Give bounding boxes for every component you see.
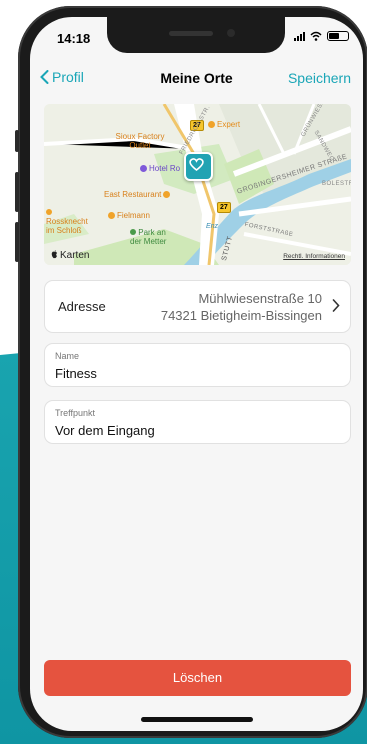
hotel-icon — [140, 165, 147, 172]
name-field-value[interactable]: Fitness — [55, 366, 97, 381]
app-screen: 14:18 Profil Meine Orte Speichern 27 27 … — [30, 17, 363, 731]
legal-info-link[interactable]: Rechtl. Informationen — [283, 252, 345, 261]
address-city: 74321 Bietigheim-Bissingen — [160, 308, 322, 323]
camera — [227, 29, 235, 37]
road-label-bolestrasse: BOLESTRAßE — [322, 181, 351, 187]
battery-icon — [327, 31, 349, 41]
name-field-label: Name — [55, 351, 80, 361]
status-icons — [294, 31, 349, 41]
shop-icon — [208, 121, 215, 128]
park-icon — [130, 229, 136, 235]
mute-switch — [15, 130, 19, 152]
apple-logo-icon — [51, 250, 57, 259]
speaker — [169, 31, 213, 36]
poi-expert[interactable]: Expert — [208, 120, 240, 129]
save-button[interactable]: Speichern — [288, 70, 351, 86]
location-pin[interactable] — [184, 152, 213, 181]
poi-rossknecht[interactable]: Rossknecht im Schloß — [46, 208, 94, 235]
address-value: Mühlwiesenstraße 10 74321 Bietigheim-Bis… — [161, 290, 322, 324]
poi-park[interactable]: Park an der Metter — [130, 228, 172, 246]
restaurant-icon — [163, 191, 171, 198]
poi-east-restaurant[interactable]: East Restaurant — [104, 190, 171, 199]
poi-fielmann[interactable]: Fielmann — [108, 211, 150, 220]
poi-hotel[interactable]: Hotel Ro — [140, 164, 180, 173]
address-street: Mühlwiesenstraße 10 — [198, 291, 322, 306]
shop-icon — [108, 212, 115, 219]
nav-bar: Profil Meine Orte Speichern — [30, 65, 363, 95]
map-attribution: Karten — [50, 250, 89, 260]
chevron-right-icon — [332, 299, 340, 312]
address-row[interactable]: Adresse Mühlwiesenstraße 10 74321 Bietig… — [44, 280, 351, 333]
river-label: Enz — [206, 223, 219, 230]
volume-up-button — [15, 172, 19, 212]
name-field[interactable]: Name Fitness — [44, 343, 351, 387]
signal-icon — [294, 31, 305, 41]
volume-down-button — [15, 222, 19, 262]
road-shield-27-bottom: 27 — [217, 202, 231, 213]
address-label: Adresse — [58, 299, 106, 314]
status-time: 14:18 — [57, 31, 91, 46]
delete-button[interactable]: Löschen — [44, 660, 351, 696]
meeting-point-field[interactable]: Treffpunkt Vor dem Eingang — [44, 400, 351, 444]
notch — [107, 17, 285, 53]
restaurant-icon — [46, 209, 52, 215]
meeting-point-label: Treffpunkt — [55, 408, 96, 418]
poi-sioux[interactable]: Sioux Factory Outlet — [110, 132, 170, 150]
meeting-point-value[interactable]: Vor dem Eingang — [55, 423, 155, 438]
heart-icon — [189, 158, 204, 172]
wifi-icon — [310, 31, 322, 41]
home-indicator[interactable] — [141, 717, 253, 722]
location-map[interactable]: 27 27 Expert Sioux Factory Outlet Hotel … — [44, 104, 351, 265]
